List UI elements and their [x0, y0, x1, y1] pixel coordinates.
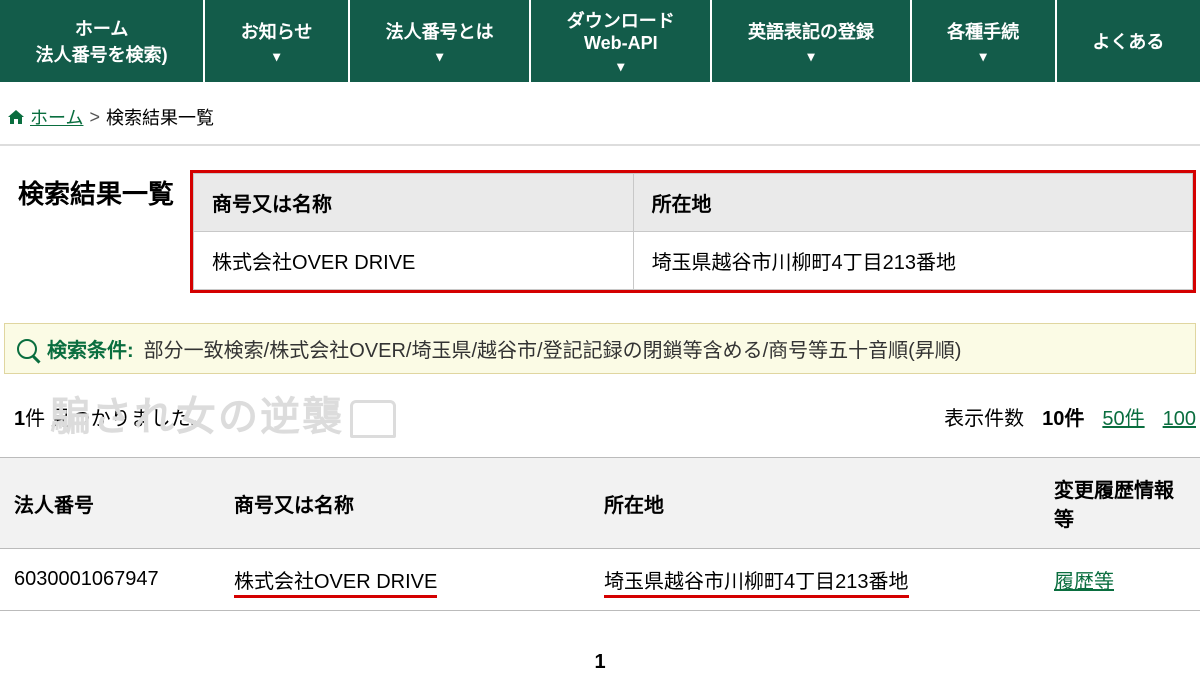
condition-label: 検索条件: — [47, 334, 134, 363]
page-title: 検索結果一覧 — [0, 170, 190, 215]
results-meta: 騙され女の逆襲 1件 見つかりました。 表示件数 10件 50件 100 — [0, 374, 1200, 457]
nav-english[interactable]: 英語表記の登録 ▾ — [712, 0, 911, 82]
per-page-selector: 表示件数 10件 50件 100 — [944, 402, 1196, 431]
history-link[interactable]: 履歴等 — [1054, 571, 1114, 593]
criteria-table: 商号又は名称 所在地 株式会社OVER DRIVE 埼玉県越谷市川柳町4丁目21… — [193, 173, 1193, 290]
perpage-label: 表示件数 — [944, 402, 1024, 431]
chevron-down-icon: ▾ — [273, 48, 280, 65]
criteria-header-address: 所在地 — [633, 174, 1192, 232]
nav-news[interactable]: お知らせ ▾ — [205, 0, 350, 82]
col-name: 商号又は名称 — [220, 458, 590, 549]
col-address: 所在地 — [590, 458, 1040, 549]
criteria-header-name: 商号又は名称 — [194, 174, 634, 232]
chevron-down-icon: ▾ — [807, 48, 814, 65]
chevron-down-icon: ▾ — [980, 48, 987, 65]
perpage-current: 10件 — [1042, 402, 1084, 431]
criteria-value-address: 埼玉県越谷市川柳町4丁目213番地 — [633, 232, 1192, 290]
breadcrumb-current: 検索結果一覧 — [106, 104, 214, 130]
page-current: 1 — [594, 651, 605, 673]
table-row: 6030001067947 株式会社OVER DRIVE 埼玉県越谷市川柳町4丁… — [0, 549, 1200, 611]
criteria-value-name: 株式会社OVER DRIVE — [194, 232, 634, 290]
perpage-50-link[interactable]: 50件 — [1102, 402, 1144, 431]
col-number: 法人番号 — [0, 458, 220, 549]
breadcrumb: ホーム > 検索結果一覧 — [0, 86, 1200, 144]
results-table: 法人番号 商号又は名称 所在地 変更履歴情報等 6030001067947 株式… — [0, 457, 1200, 611]
home-icon — [8, 110, 24, 124]
criteria-section: 検索結果一覧 商号又は名称 所在地 株式会社OVER DRIVE 埼玉県越谷市川… — [0, 144, 1200, 293]
search-icon — [17, 339, 37, 359]
top-nav: ホーム 法人番号を検索) お知らせ ▾ 法人番号とは ▾ ダウンロード Web-… — [0, 0, 1200, 86]
cell-address: 埼玉県越谷市川柳町4丁目213番地 — [590, 549, 1040, 611]
nav-procedures[interactable]: 各種手続 ▾ — [912, 0, 1057, 82]
nav-faq[interactable]: よくある — [1057, 0, 1200, 82]
search-condition-bar: 検索条件: 部分一致検索/株式会社OVER/埼玉県/越谷市/登記記録の閉鎖等含め… — [4, 323, 1196, 374]
condition-text: 部分一致検索/株式会社OVER/埼玉県/越谷市/登記記録の閉鎖等含める/商号等五… — [144, 334, 962, 363]
breadcrumb-separator: > — [89, 107, 100, 128]
cell-history: 履歴等 — [1040, 549, 1200, 611]
criteria-highlight-box: 商号又は名称 所在地 株式会社OVER DRIVE 埼玉県越谷市川柳町4丁目21… — [190, 170, 1196, 293]
nav-home[interactable]: ホーム 法人番号を検索) — [0, 0, 205, 82]
chevron-down-icon: ▾ — [617, 58, 624, 75]
cell-number: 6030001067947 — [0, 549, 220, 611]
perpage-100-link[interactable]: 100 — [1163, 408, 1196, 431]
nav-download[interactable]: ダウンロード Web-API ▾ — [531, 0, 712, 82]
breadcrumb-home-link[interactable]: ホーム — [30, 104, 83, 130]
pagination: 1 — [0, 611, 1200, 694]
cell-name: 株式会社OVER DRIVE — [220, 549, 590, 611]
nav-about-number[interactable]: 法人番号とは ▾ — [350, 0, 531, 82]
results-count: 1件 見つかりました。 — [14, 402, 211, 431]
col-history: 変更履歴情報等 — [1040, 458, 1200, 549]
chevron-down-icon: ▾ — [436, 48, 443, 65]
results-header-row: 法人番号 商号又は名称 所在地 変更履歴情報等 — [0, 458, 1200, 549]
